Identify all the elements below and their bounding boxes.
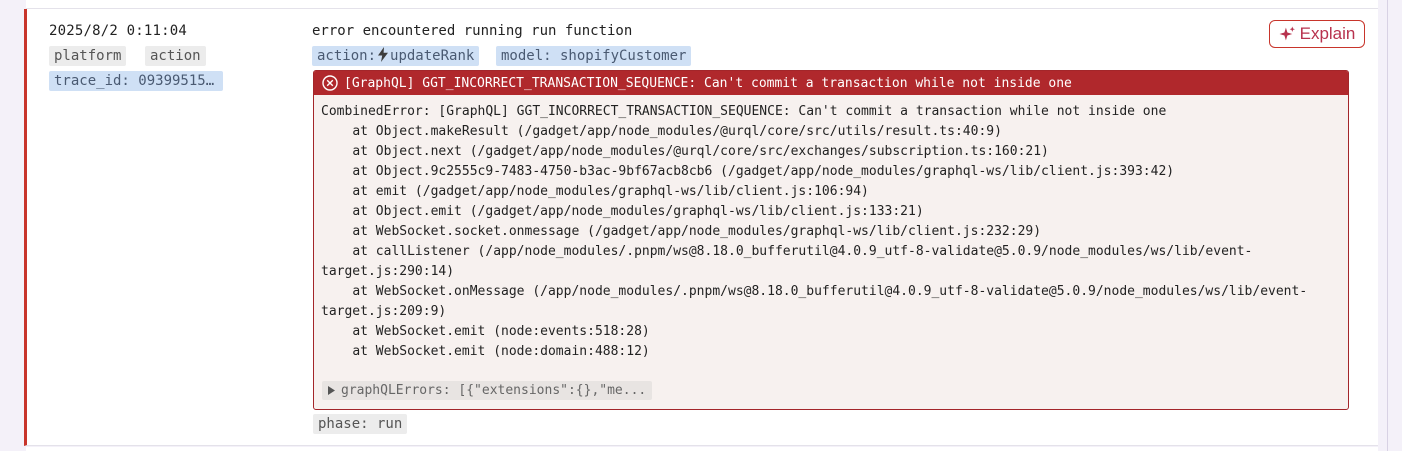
previous-log-row-edge: [26, 0, 1378, 9]
tag-action[interactable]: action: [145, 46, 206, 66]
stack-line: at WebSocket.socket.onmessage (/gadget/a…: [321, 224, 1042, 239]
action-name-tag[interactable]: action: updateRank: [312, 46, 480, 66]
left-gutter: [0, 0, 24, 451]
stack-line: at Object.9c2555c9-7483-4750-b3ac-9bf67a…: [321, 164, 1175, 179]
next-log-row-edge: [26, 447, 1378, 451]
error-stack-trace: CombinedError: [GraphQL] GGT_INCORRECT_T…: [314, 95, 1348, 362]
graphql-errors-toggle[interactable]: graphQLErrors: [{"extensions":{},"me...: [322, 381, 653, 400]
action-prefix: action:: [317, 48, 377, 64]
phase-tag[interactable]: phase: run: [313, 414, 408, 434]
stack-line: at Object.makeResult (/gadget/app/node_m…: [321, 124, 1002, 139]
error-header: [GraphQL] GGT_INCORRECT_TRANSACTION_SEQU…: [314, 71, 1348, 95]
action-name: updateRank: [390, 48, 475, 64]
explain-button[interactable]: Explain: [1269, 20, 1365, 48]
stack-line: target.js:290:14): [321, 264, 455, 279]
stack-line: at WebSocket.emit (node:domain:488:12): [321, 344, 650, 359]
stack-line: CombinedError: [GraphQL] GGT_INCORRECT_T…: [321, 104, 1167, 119]
tag-platform[interactable]: platform: [49, 46, 127, 66]
stack-line: at Object.emit (/gadget/app/node_modules…: [321, 204, 924, 219]
log-message: error encountered running run function: [312, 23, 633, 39]
stack-line: at Object.next (/gadget/app/node_modules…: [321, 144, 1049, 159]
stack-line: at callListener (/app/node_modules/.pnpm…: [321, 244, 1253, 259]
right-gutter: [1378, 0, 1402, 451]
sparkle-icon: [1279, 26, 1295, 40]
stack-line: at WebSocket.onMessage (/app/node_module…: [321, 284, 1308, 299]
trace-id-tag[interactable]: trace_id: 09399515…: [49, 71, 223, 91]
model-tag[interactable]: model: shopifyCustomer: [496, 46, 692, 66]
caret-right-icon: [328, 386, 335, 395]
gutter-divider: [1387, 0, 1388, 451]
stack-line: at WebSocket.emit (node:events:518:28): [321, 324, 650, 339]
bolt-icon: [378, 47, 389, 62]
error-circle-icon: [322, 75, 338, 91]
graphql-errors-summary: graphQLErrors: [{"extensions":{},"me...: [341, 383, 647, 398]
log-timestamp: 2025/8/2 0:11:04: [49, 23, 188, 39]
explain-label: Explain: [1299, 24, 1356, 43]
error-title: [GraphQL] GGT_INCORRECT_TRANSACTION_SEQU…: [344, 75, 1072, 91]
stack-line: at emit (/gadget/app/node_modules/graphq…: [321, 184, 869, 199]
error-panel: [GraphQL] GGT_INCORRECT_TRANSACTION_SEQU…: [313, 70, 1349, 410]
stack-line: target.js:209:9): [321, 304, 447, 319]
log-entry[interactable]: 2025/8/2 0:11:04 platform action trace_i…: [24, 9, 1378, 446]
